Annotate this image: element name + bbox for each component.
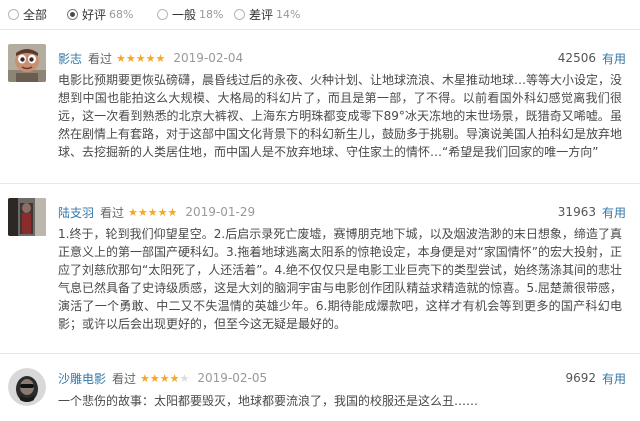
star-filled-icon: ★ (147, 205, 158, 219)
radio-icon[interactable] (8, 8, 19, 20)
filter-label: 一般 (172, 7, 197, 22)
star-filled-icon: ★ (125, 51, 136, 65)
star-filled-icon: ★ (169, 371, 180, 385)
avatar[interactable] (8, 44, 46, 82)
radio-icon[interactable] (157, 8, 168, 20)
review-author-link[interactable]: 沙雕电影 (58, 370, 106, 387)
vote-area: 42506 有用 (558, 50, 626, 66)
rating-stars: ★ ★ ★ ★ ★ (128, 207, 177, 218)
review-author-link[interactable]: 影志 (58, 50, 82, 67)
review-filter-bar: 全部 好评 68% 一般 18% 差评 14% (0, 0, 640, 28)
filter-neutral[interactable]: 一般 18% (157, 7, 224, 22)
star-filled-icon: ★ (137, 205, 148, 219)
filter-positive[interactable]: 好评 68% (67, 7, 134, 22)
star-filled-icon: ★ (116, 51, 126, 65)
review-date: 2019-02-04 (173, 51, 244, 65)
review-meta: 沙雕电影 看过 ★ ★ ★ ★ ★ 2019-02-05 (58, 370, 267, 386)
rating-stars: ★ ★ ★ ★ ★ (116, 53, 165, 64)
watch-status: 看过 (88, 51, 113, 66)
radio-icon[interactable] (234, 8, 245, 20)
review-meta: 影志 看过 ★ ★ ★ ★ ★ 2019-02-04 (58, 50, 243, 66)
filter-all[interactable]: 全部 (8, 7, 48, 22)
review-text: 1.终于，轮到我们仰望星空。2.后启示录死亡废墟，赛博朋克地下城，以及烟波浩渺的… (58, 227, 622, 331)
star-filled-icon: ★ (145, 51, 156, 65)
star-filled-icon: ★ (135, 51, 146, 65)
vote-area: 31963 有用 (558, 204, 626, 220)
avatar[interactable] (8, 198, 46, 236)
review-date: 2019-01-29 (185, 205, 256, 219)
filter-label: 全部 (23, 7, 48, 22)
avatar[interactable] (8, 368, 46, 406)
review-item: 陆支羽 看过 ★ ★ ★ ★ ★ 2019-01-29 31963 有用 1.终于，轮到… (0, 184, 640, 344)
star-filled-icon: ★ (157, 205, 168, 219)
useful-link[interactable]: 有用 (602, 204, 626, 221)
vote-count: 42506 (557, 51, 596, 65)
star-filled-icon: ★ (140, 371, 150, 385)
filter-percent: 14% (276, 7, 301, 21)
filter-label: 差评 (249, 7, 274, 22)
radio-checked-icon[interactable] (67, 8, 78, 20)
review-text: 电影比预期要更恢弘磅礴，晨昏线过后的永夜、火种计划、让地球流浪、木星推动地球…等… (58, 73, 623, 159)
useful-link[interactable]: 有用 (602, 50, 626, 67)
filter-negative[interactable]: 差评 14% (234, 7, 301, 22)
review-item: 沙雕电影 看过 ★ ★ ★ ★ ★ 2019-02-05 9692 有用 一个悲伤的故事… (0, 354, 640, 421)
useful-link[interactable]: 有用 (602, 370, 626, 387)
filter-label: 好评 (82, 7, 107, 22)
review-author-link[interactable]: 陆支羽 (58, 204, 94, 221)
review-meta: 陆支羽 看过 ★ ★ ★ ★ ★ 2019-01-29 (58, 204, 255, 220)
star-empty-icon: ★ (179, 371, 190, 385)
watch-status: 看过 (112, 371, 137, 386)
star-filled-icon: ★ (167, 205, 178, 219)
watch-status: 看过 (100, 205, 125, 220)
star-filled-icon: ★ (128, 205, 138, 219)
star-filled-icon: ★ (159, 371, 170, 385)
filter-percent: 18% (199, 7, 224, 21)
star-filled-icon: ★ (149, 371, 160, 385)
filter-percent: 68% (109, 7, 134, 21)
review-date: 2019-02-05 (197, 371, 268, 385)
review-item: 影志 看过 ★ ★ ★ ★ ★ 2019-02-04 42506 有用 电影比预期要更恢… (0, 30, 640, 180)
star-filled-icon: ★ (155, 51, 166, 65)
rating-stars: ★ ★ ★ ★ ★ (140, 373, 189, 384)
vote-count: 9692 (565, 371, 596, 385)
vote-area: 9692 有用 (565, 370, 626, 386)
review-text: 一个悲伤的故事：太阳都要毁灭，地球都要流浪了，我国的校服还是这么丑…… (58, 394, 479, 408)
vote-count: 31963 (557, 205, 596, 219)
